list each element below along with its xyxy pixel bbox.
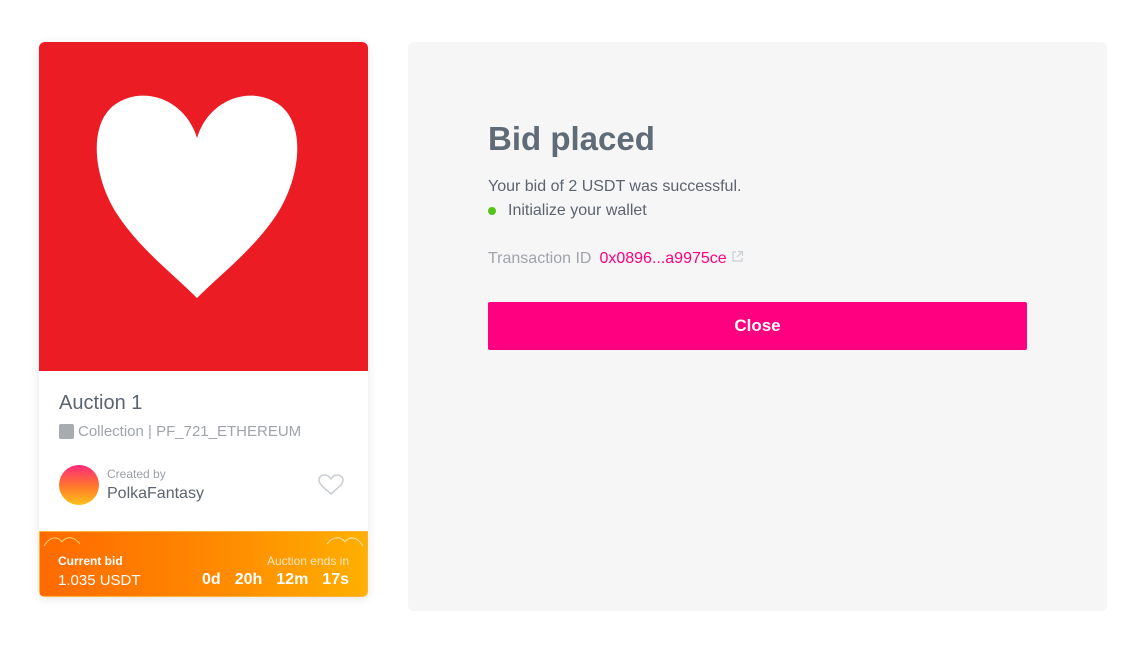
countdown-minutes: 12m [276,571,309,588]
success-dot [488,207,496,215]
nft-title[interactable]: Auction 1 [59,391,348,415]
avatar[interactable] [59,465,99,505]
auction-ends-label: Auction ends in [266,554,349,568]
transaction-id-link[interactable]: 0x0896...a9975ce [599,250,726,268]
countdown: 0d 20h 12m 17s [202,571,349,589]
bid-bar: Current bid 1.035 USDT Auction ends in 0… [39,531,368,597]
heart-image [96,95,298,298]
collection-icon [59,424,74,439]
creator-info: Created by PolkaFantasy [59,464,348,506]
transaction-row: Transaction ID 0x0896...a9975ce [488,250,744,268]
current-bid-label: Current bid [58,554,123,568]
ornament-right-icon [326,537,364,547]
created-by-label: Created by [107,467,166,481]
countdown-seconds: 17s [322,571,349,588]
countdown-days: 0d [202,571,221,588]
external-link-icon[interactable] [731,250,744,268]
panel-title: Bid placed [488,120,655,157]
creator-name[interactable]: PolkaFantasy [107,485,204,503]
current-bid-value: 1.035 USDT [58,572,141,589]
nft-image[interactable] [39,42,368,371]
heart-outline-icon[interactable] [318,474,344,496]
ornament-left-icon [43,537,81,547]
wallet-step: Initialize your wallet [488,202,647,220]
bid-result-panel: Bid placed Your bid of 2 USDT was succes… [408,42,1107,611]
success-message: Your bid of 2 USDT was successful. [488,178,742,195]
collection-link[interactable]: Collection | PF_721_ETHEREUM [59,423,348,440]
close-button[interactable]: Close [488,302,1027,350]
collection-label: Collection | PF_721_ETHEREUM [78,423,302,440]
wallet-step-label: Initialize your wallet [508,202,647,219]
transaction-label: Transaction ID [488,250,592,267]
countdown-hours: 20h [234,571,263,588]
nft-card[interactable]: Auction 1 Collection | PF_721_ETHEREUM C… [39,42,368,597]
